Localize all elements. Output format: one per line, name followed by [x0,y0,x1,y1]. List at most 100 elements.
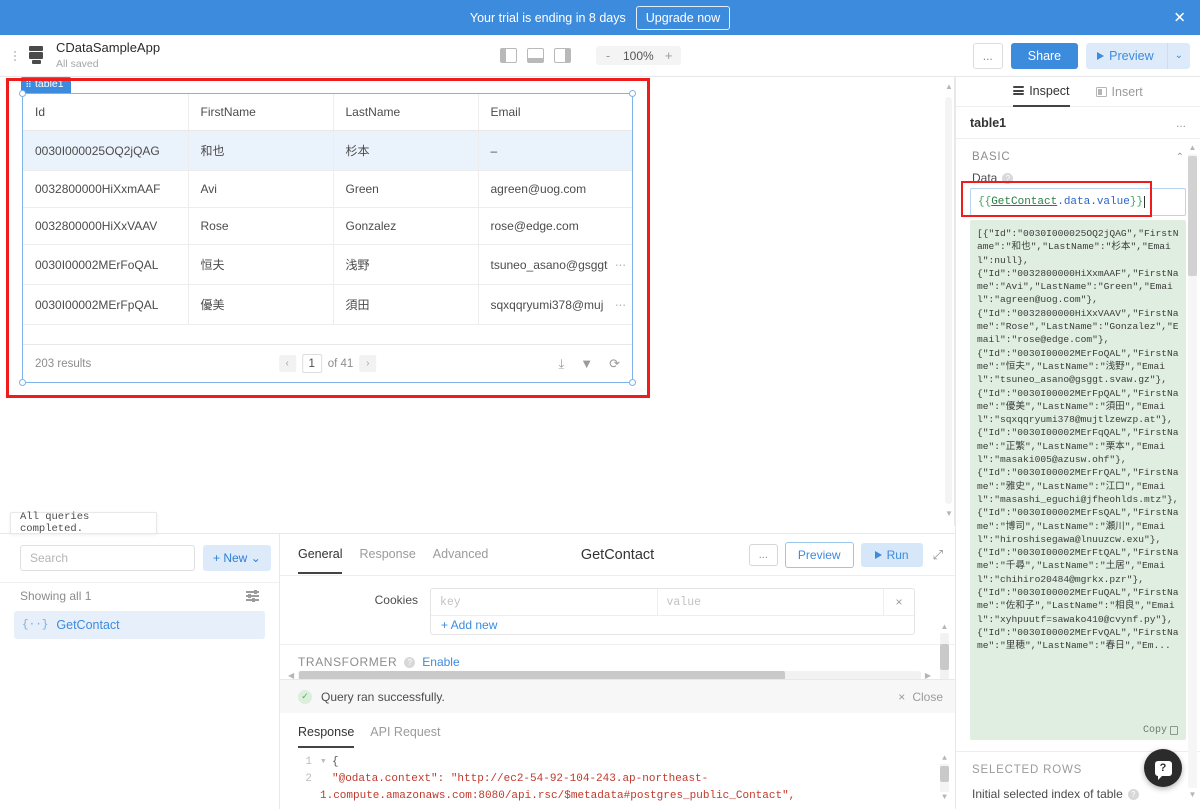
scroll-up-icon[interactable]: ▲ [945,83,952,91]
left-panel-toggle-icon[interactable] [500,48,517,63]
tab-general[interactable]: General [298,547,342,574]
chevron-left-icon[interactable]: ‹ [279,355,296,372]
right-panel-toggle-icon[interactable] [554,48,571,63]
widget-label-table1[interactable]: table1 [21,77,71,93]
tab-response[interactable]: Response [359,547,415,574]
preview-button[interactable]: Preview [1086,43,1166,69]
more-options-button[interactable]: ... [973,43,1003,69]
remove-cookie-icon[interactable]: × [884,595,914,609]
cell-lastname[interactable]: 杉本 [333,131,478,171]
column-header-lastname[interactable]: LastName [333,94,478,131]
add-new-cookie-button[interactable]: + Add new [431,611,507,639]
download-icon[interactable]: ⤓ [558,356,564,372]
copy-preview-button[interactable]: Copy [1143,724,1178,737]
cell-firstname[interactable]: 恒夫 [188,245,333,285]
expand-icon[interactable]: ⤢ [930,547,943,563]
bottom-panel-toggle-icon[interactable] [527,48,544,63]
cell-email[interactable]: tsuneo_asano@gsggt⋯ [478,245,632,285]
cell-firstname[interactable]: 和也 [188,131,333,171]
scroll-down-icon[interactable]: ▼ [940,793,949,802]
canvas-scrollbar[interactable]: ▲ ▼ [945,83,952,518]
component-menu-icon[interactable]: ... [1176,116,1186,130]
tab-inspect[interactable]: Inspect [1013,77,1069,107]
code-scroll-thumb[interactable] [940,766,949,782]
transformer-enable-link[interactable]: Enable [422,655,459,669]
zoom-out-button[interactable]: - [600,48,616,63]
table-row[interactable]: 0030I00002MErFpQAL 優美 須田 sqxqqryumi378@m… [23,285,632,325]
response-scrollbar[interactable]: ▲ ▼ [940,754,949,802]
help-icon[interactable]: ? [404,657,415,668]
chevron-right-icon[interactable]: › [359,355,376,372]
cell-email[interactable]: – [478,131,632,171]
cell-lastname[interactable]: 浅野 [333,245,478,285]
sliders-icon[interactable] [246,591,259,600]
cell-id[interactable]: 0030I00002MErFpQAL [23,285,188,325]
table-widget[interactable]: table1 Id FirstName LastName Email [22,93,633,383]
column-header-firstname[interactable]: FirstName [188,94,333,131]
table-row[interactable]: 0030I00002MErFoQAL 恒夫 浅野 tsuneo_asano@gs… [23,245,632,285]
cell-firstname[interactable]: Rose [188,208,333,245]
cell-id[interactable]: 0032800000HiXxmAAF [23,171,188,208]
resize-handle-top-right[interactable] [629,90,636,97]
cell-email[interactable]: agreen@uog.com [478,171,632,208]
run-query-button[interactable]: Run [861,543,923,567]
table-row[interactable]: 0032800000HiXxVAAV Rose Gonzalez rose@ed… [23,208,632,245]
table-row[interactable]: 0030I000025OQ2jQAG 和也 杉本 – [23,131,632,171]
tab-insert[interactable]: Insert [1096,77,1143,107]
cell-lastname[interactable]: 須田 [333,285,478,325]
cell-email[interactable]: rose@edge.com [478,208,632,245]
chevron-up-icon[interactable]: ⌃ [1176,152,1184,163]
query-more-options-button[interactable]: ... [749,544,778,566]
cell-lastname[interactable]: Gonzalez [333,208,478,245]
inspector-scrollbar[interactable]: ▲ ▼ [1188,143,1197,799]
tab-api-request[interactable]: API Request [370,725,440,748]
cookie-value-input[interactable] [658,589,884,615]
zoom-in-button[interactable]: + [661,48,677,63]
vscroll-thumb[interactable] [940,644,949,670]
scroll-up-icon[interactable]: ▲ [940,754,949,763]
refresh-icon[interactable]: ⟳ [609,356,620,372]
new-query-button[interactable]: + New ⌄ [203,545,271,571]
column-header-email[interactable]: Email [478,94,632,131]
upgrade-now-button[interactable]: Upgrade now [636,6,730,30]
cell-overflow-icon[interactable]: ⋯ [615,298,626,311]
cell-id[interactable]: 0030I00002MErFoQAL [23,245,188,285]
tab-response[interactable]: Response [298,725,354,748]
resize-handle-bottom-left[interactable] [19,379,26,386]
cell-firstname[interactable]: 優美 [188,285,333,325]
data-input[interactable]: {{GetContact.data.value}} [970,188,1186,216]
column-header-id[interactable]: Id [23,94,188,131]
resize-handle-top-left[interactable] [19,90,26,97]
cell-firstname[interactable]: Avi [188,171,333,208]
close-icon[interactable]: ✕ [1173,10,1186,25]
filter-icon[interactable]: ▼ [580,356,593,371]
drag-handle-icon[interactable] [26,80,31,88]
share-button[interactable]: Share [1011,43,1078,69]
help-icon[interactable]: ? [1002,173,1013,184]
cell-lastname[interactable]: Green [333,171,478,208]
resize-handle-bottom-right[interactable] [629,379,636,386]
close-response-button[interactable]: × Close [898,690,943,704]
scroll-up-icon[interactable]: ▲ [1188,143,1197,152]
table-row[interactable]: 0032800000HiXxmAAF Avi Green agreen@uog.… [23,171,632,208]
query-preview-button[interactable]: Preview [785,542,854,568]
cell-id[interactable]: 0030I000025OQ2jQAG [23,131,188,171]
data-table[interactable]: Id FirstName LastName Email 0030I000025O… [23,94,632,325]
scroll-up-icon[interactable]: ▲ [940,622,949,631]
fold-icon[interactable]: ▾ [320,754,332,771]
help-icon[interactable]: ? [1128,789,1139,800]
cell-overflow-icon[interactable]: ⋯ [615,258,626,271]
cell-email[interactable]: sqxqqryumi378@muj⋯ [478,285,632,325]
inspector-scroll-thumb[interactable] [1188,156,1197,276]
tab-advanced[interactable]: Advanced [433,547,489,574]
cell-id[interactable]: 0032800000HiXxVAAV [23,208,188,245]
canvas-scroll-track[interactable] [945,97,952,504]
list-item[interactable]: {··} GetContact [14,611,265,639]
scroll-down-icon[interactable]: ▼ [945,510,952,518]
scroll-down-icon[interactable]: ▼ [1188,790,1197,799]
chevron-down-icon[interactable]: ⌄ [1167,43,1190,69]
page-number-input[interactable] [302,354,322,373]
search-input[interactable] [20,545,195,571]
help-chat-icon[interactable]: ? [1144,749,1182,787]
response-code-viewer[interactable]: 1▾{ 2"@odata.context": "http://ec2-54-92… [280,754,955,805]
